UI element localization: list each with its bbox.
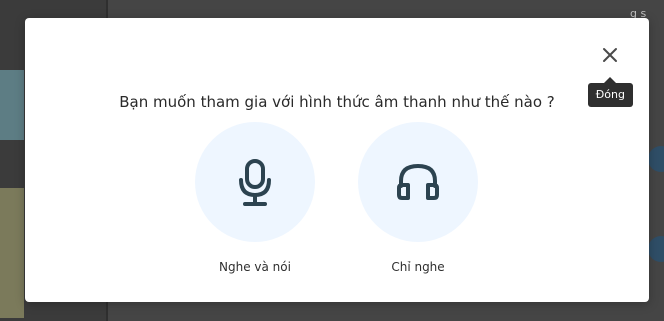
background-circle bbox=[648, 146, 664, 172]
background-circle bbox=[648, 236, 664, 262]
option-label: Chỉ nghe bbox=[391, 260, 445, 274]
headphones-button[interactable] bbox=[358, 122, 478, 242]
background-left-accent bbox=[0, 188, 24, 318]
option-label: Nghe và nói bbox=[219, 260, 291, 274]
speak-and-listen-option[interactable]: Nghe và nói bbox=[195, 122, 315, 274]
microphone-button[interactable] bbox=[195, 122, 315, 242]
dialog-question: Bạn muốn tham gia với hình thức âm thanh… bbox=[119, 93, 555, 111]
close-icon bbox=[603, 48, 617, 62]
microphone-icon bbox=[239, 159, 271, 206]
headphones-icon bbox=[397, 163, 439, 200]
audio-options: Nghe và nói Chỉ nghe bbox=[25, 122, 649, 274]
background-left-accent bbox=[0, 70, 24, 140]
screen: g s Đóng Bạn muốn tham gia với hình thức… bbox=[0, 0, 664, 321]
close-button[interactable] bbox=[599, 44, 621, 66]
audio-join-dialog: Đóng Bạn muốn tham gia với hình thức âm … bbox=[25, 18, 649, 302]
listen-only-option[interactable]: Chỉ nghe bbox=[358, 122, 478, 274]
